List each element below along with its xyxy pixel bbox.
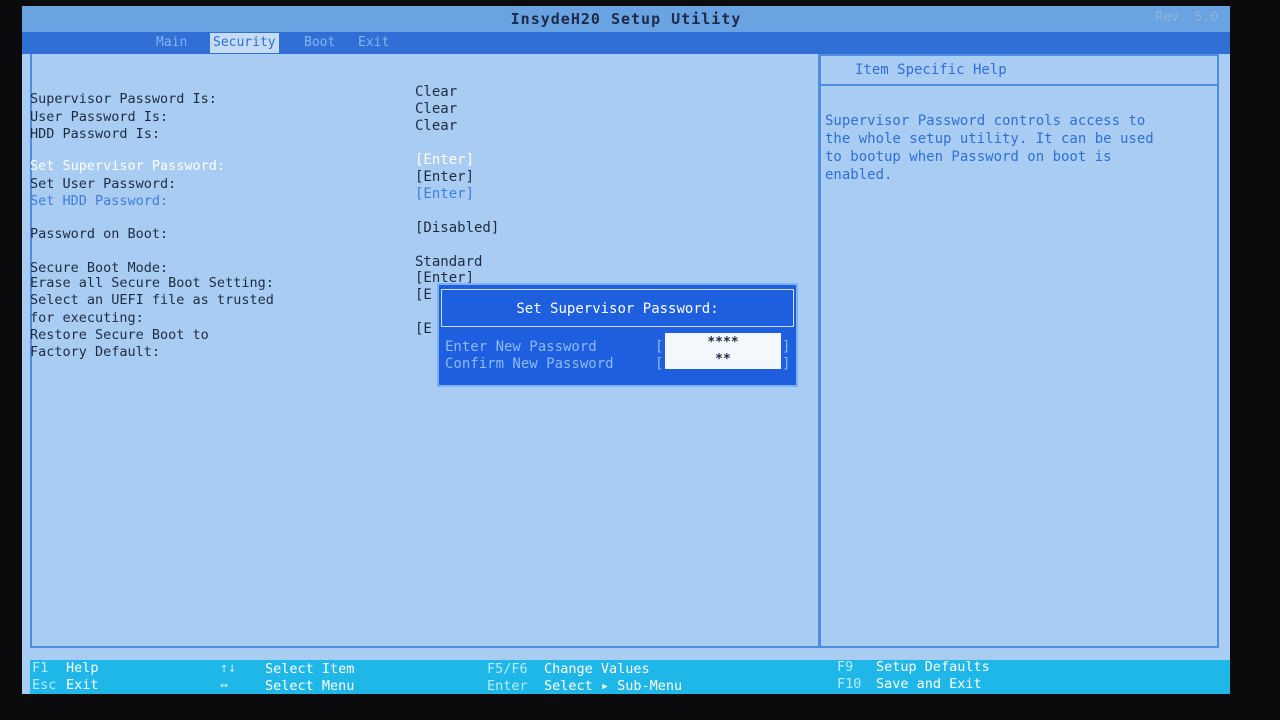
f1-key: F1 xyxy=(32,660,49,676)
set-user-value[interactable]: [Enter] xyxy=(415,169,474,185)
select-uefi-value[interactable]: [E xyxy=(415,287,432,303)
set-user-label[interactable]: Set User Password: xyxy=(30,176,176,192)
bracket-open-2: [ xyxy=(655,356,664,372)
help-header: Item Specific Help xyxy=(821,56,1217,86)
secure-boot-mode-value: Standard xyxy=(415,254,483,270)
password-on-boot-value[interactable]: [Disabled] xyxy=(415,220,499,236)
password-input-box[interactable]: **** ** xyxy=(665,333,781,369)
save-and-exit-label: Save and Exit xyxy=(876,676,982,692)
setup-defaults-label: Setup Defaults xyxy=(876,659,990,675)
revision-label: Rev. 5.0 xyxy=(1155,10,1218,25)
supervisor-status-label: Supervisor Password Is: xyxy=(30,91,217,107)
up-down-arrows-icon: ↑↓ xyxy=(220,660,237,676)
select-submenu-label: Select ▸ Sub-Menu xyxy=(544,678,683,694)
change-values-label: Change Values xyxy=(544,661,650,677)
bracket-close-1: ] xyxy=(782,339,791,355)
set-hdd-value[interactable]: [Enter] xyxy=(415,186,474,202)
supervisor-status-value: Clear xyxy=(415,84,458,100)
bracket-close-2: ] xyxy=(782,356,791,372)
help-text: Supervisor Password controls access to t… xyxy=(825,113,1154,183)
restore-secure-boot-value[interactable]: [E xyxy=(415,321,432,337)
restore-secure-boot-label[interactable]: Restore Secure Boot to xyxy=(30,327,209,343)
enter-password-label: Enter New Password xyxy=(445,339,597,355)
menu-bar: Main Security Boot Exit xyxy=(22,32,1230,54)
dialog-title: Set Supervisor Password: xyxy=(441,289,794,327)
user-status-label: User Password Is: xyxy=(30,109,169,125)
password-on-boot-label[interactable]: Password on Boot: xyxy=(30,226,168,242)
f9-key: F9 xyxy=(837,659,854,675)
esc-key: Esc xyxy=(32,677,57,693)
secure-boot-mode-label: Secure Boot Mode: xyxy=(30,260,169,276)
menu-security[interactable]: Security xyxy=(210,33,279,53)
enter-key: Enter xyxy=(487,678,528,694)
select-item-label: Select Item xyxy=(265,661,355,677)
f5-f6-key: F5/F6 xyxy=(487,661,528,677)
set-hdd-label[interactable]: Set HDD Password: xyxy=(30,193,168,209)
select-uefi-label-cont[interactable]: for executing: xyxy=(30,310,144,326)
menu-boot[interactable]: Boot xyxy=(304,35,335,50)
select-menu-label: Select Menu xyxy=(265,678,355,694)
select-uefi-label[interactable]: Select an UEFI file as trusted xyxy=(30,292,274,308)
f10-key: F10 xyxy=(837,676,862,692)
set-supervisor-label[interactable]: Set Supervisor Password: xyxy=(30,158,225,174)
menu-exit[interactable]: Exit xyxy=(358,35,389,50)
bios-screen: InsydeH20 Setup Utility Rev. 5.0 Main Se… xyxy=(22,6,1230,694)
erase-secure-boot-label[interactable]: Erase all Secure Boot Setting: xyxy=(30,275,274,291)
confirm-password-label: Confirm New Password xyxy=(445,356,614,372)
help-panel: Item Specific Help Supervisor Password c… xyxy=(819,54,1219,648)
enter-password-field[interactable]: **** xyxy=(665,335,781,350)
bracket-open-1: [ xyxy=(655,339,664,355)
user-status-value: Clear xyxy=(415,101,458,117)
window-title: InsydeH20 Setup Utility xyxy=(510,10,742,28)
f1-label: Help xyxy=(66,660,99,676)
title-bar: InsydeH20 Setup Utility Rev. 5.0 xyxy=(22,6,1230,32)
set-password-dialog: Set Supervisor Password: Enter New Passw… xyxy=(437,283,798,387)
menu-main[interactable]: Main xyxy=(156,35,187,50)
hdd-status-value: Clear xyxy=(415,118,458,134)
confirm-password-field[interactable]: ** xyxy=(665,352,781,367)
set-supervisor-value[interactable]: [Enter] xyxy=(415,152,474,168)
restore-secure-boot-label-cont[interactable]: Factory Default: xyxy=(30,344,160,360)
left-right-arrows-icon: ↔ xyxy=(220,677,229,693)
hdd-status-label: HDD Password Is: xyxy=(30,126,161,142)
help-title: Item Specific Help xyxy=(855,62,1007,78)
esc-label: Exit xyxy=(66,677,99,693)
